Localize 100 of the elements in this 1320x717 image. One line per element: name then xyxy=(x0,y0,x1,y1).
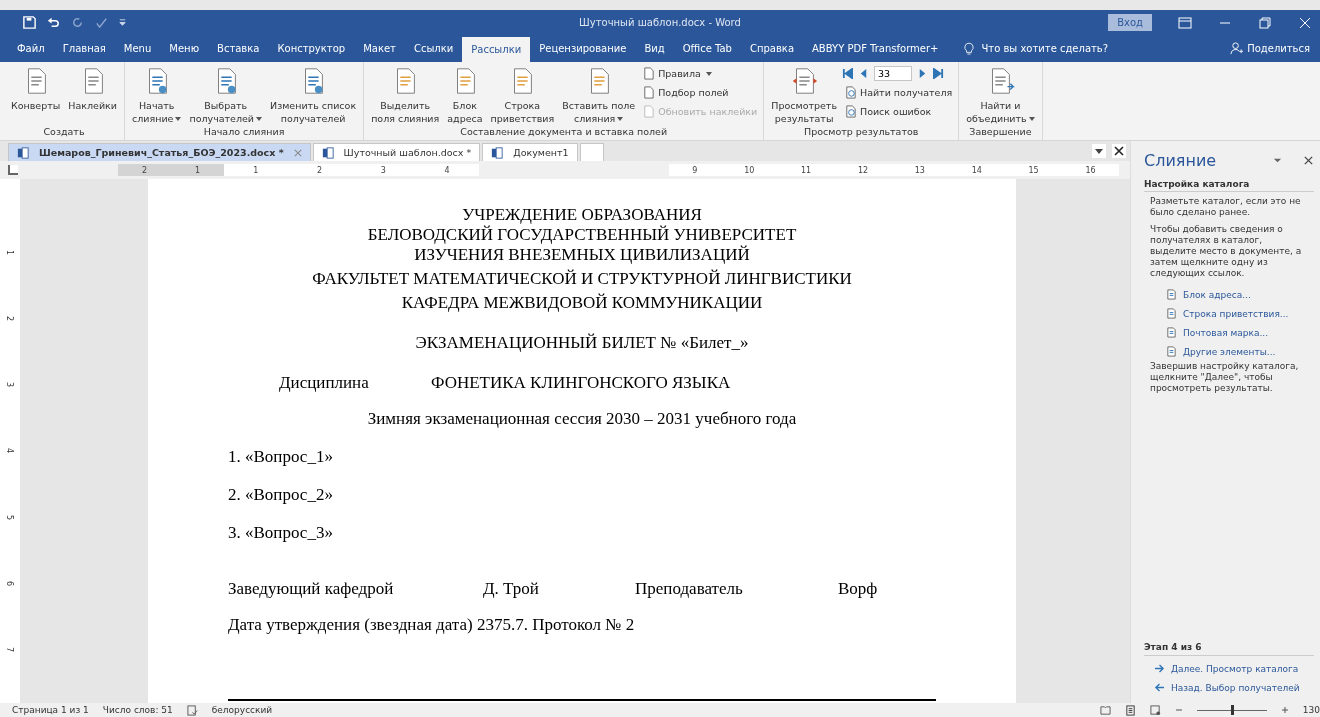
ribbon-tab[interactable]: Файл xyxy=(8,35,54,62)
step-label: Этап 4 из 6 xyxy=(1144,642,1314,656)
lightbulb-icon xyxy=(963,41,974,56)
ribbon-button[interactable]: Конверты xyxy=(8,65,64,112)
header-line: УЧРЕЖДЕНИЕ ОБРАЗОВАНИЯ xyxy=(462,205,702,225)
ribbon-tab[interactable]: Menu xyxy=(114,35,161,62)
next-record-icon[interactable] xyxy=(917,68,928,79)
document-icon xyxy=(642,86,656,99)
ribbon-tab[interactable]: ABBYY PDF Transformer+ xyxy=(803,35,948,62)
signature-text: Д. Трой xyxy=(483,579,540,599)
ribbon-button[interactable]: Поиск ошибок xyxy=(842,103,955,120)
discipline-name: ФОНЕТИКА КЛИНГОНСКОГО ЯЗЫКА xyxy=(431,373,731,393)
ribbon-button[interactable]: Блок адреса xyxy=(444,65,486,125)
document-icon xyxy=(1166,289,1177,300)
approval-line: Дата утверждения (звездная дата) 2375.7. Протокол № 2 xyxy=(228,615,636,635)
zoom-level[interactable]: 130 xyxy=(1302,705,1320,715)
signature-text: Ворф xyxy=(838,579,879,599)
ruler-number: 4 xyxy=(444,165,450,175)
ribbon-tab[interactable]: Вставка xyxy=(208,35,269,62)
ribbon-tab[interactable]: Office Tab xyxy=(673,35,741,62)
print-layout-icon[interactable] xyxy=(1124,704,1136,716)
pane-link[interactable]: Другие элементы... xyxy=(1144,342,1314,361)
ribbon-tab[interactable]: Рассылки xyxy=(462,37,531,62)
pane-paragraph: Завершив настройку каталога, щелкните "Далее", чтобы просмотреть результаты. xyxy=(1149,361,1300,394)
ribbon-tab[interactable]: Рецензирование xyxy=(530,35,636,62)
document-tab[interactable]: Шемаров_Гриневич_Статья_БОЭ_2023.docx * xyxy=(8,143,311,161)
language-indicator[interactable]: белорусский xyxy=(211,705,273,715)
ribbon-button[interactable]: Найти получателя xyxy=(842,84,955,101)
close-icon[interactable] xyxy=(1303,154,1314,166)
record-field[interactable]: 33 xyxy=(874,66,912,81)
pane-paragraph: Чтобы добавить сведения о получателях в каталог, выделите место в документе, а затем щелкните одну из следующих ссылок. xyxy=(1149,224,1303,279)
ruler-number: 16 xyxy=(1085,165,1096,175)
save-icon[interactable] xyxy=(22,15,37,30)
ribbon-tab[interactable]: Вид xyxy=(635,35,674,62)
ribbon-button[interactable]: Правила xyxy=(640,65,760,82)
ribbon-button[interactable]: Строка приветствия xyxy=(487,65,558,125)
share-button[interactable]: Поделиться xyxy=(1220,35,1320,62)
pane-link[interactable]: Блок адреса... xyxy=(1144,285,1314,304)
document-tab[interactable]: Шуточный шаблон.docx * xyxy=(312,143,481,161)
ruler-number: 4 xyxy=(5,448,15,454)
ribbon-button[interactable]: Найти и объединить xyxy=(963,65,1038,125)
ribbon-button[interactable]: Вставить поле слияния xyxy=(559,65,639,125)
dropdown-icon[interactable] xyxy=(1092,144,1106,158)
undo-icon[interactable] xyxy=(46,15,61,30)
header-line: КАФЕДРА МЕЖВИДОВОЙ КОММУНИКАЦИИ xyxy=(401,293,763,313)
ribbon-button[interactable]: Начать слияние xyxy=(129,65,185,125)
signature-text: Преподаватель xyxy=(635,579,744,599)
customize-icon[interactable] xyxy=(118,18,127,27)
pane-link[interactable]: Почтовая марка... xyxy=(1144,323,1314,342)
ticket-title: ЭКЗАМЕНАЦИОННЫЙ БИЛЕТ № «Билет_» xyxy=(414,333,750,353)
ribbon-tab[interactable]: Меню xyxy=(160,35,209,62)
tab-selector[interactable] xyxy=(8,165,18,175)
restore-icon[interactable] xyxy=(1258,16,1272,29)
ribbon-button[interactable]: Выбрать получателей xyxy=(186,65,266,125)
ruler-number: 2 xyxy=(317,165,323,175)
ruler-number: 2 xyxy=(141,165,148,175)
ribbon-tab[interactable]: Конструктор xyxy=(268,35,355,62)
ribbon-button[interactable]: Подбор полей xyxy=(640,84,760,101)
web-layout-icon[interactable] xyxy=(1149,704,1161,716)
page-count[interactable]: Страница 1 из 1 xyxy=(12,705,89,715)
document-icon xyxy=(642,67,656,80)
redo-icon[interactable] xyxy=(70,15,85,30)
pane-link[interactable]: Строка приветствия... xyxy=(1144,304,1314,323)
ribbon-button[interactable]: Просмотреть результаты xyxy=(768,65,840,125)
ruler-number: 2 xyxy=(5,315,15,321)
step-link[interactable]: Назад. Выбор получателей xyxy=(1144,678,1314,697)
signature-text: Заведующий кафедрой xyxy=(228,579,395,599)
close-icon[interactable] xyxy=(1112,144,1126,158)
ribbon-tab[interactable]: Ссылки xyxy=(404,35,463,62)
header-line: ФАКУЛЬТЕТ МАТЕМАТИЧЕСКОЙ И СТРУКТУРНОЙ ЛИНГВИСТИКИ xyxy=(312,269,852,289)
ribbon-tab[interactable]: Главная xyxy=(53,35,115,62)
caret-icon xyxy=(256,116,263,121)
word-count[interactable]: Число слов: 51 xyxy=(102,705,173,715)
question-line: 2. «Вопрос_2» xyxy=(228,485,334,505)
group-label: Создать xyxy=(42,126,86,139)
first-record-icon[interactable] xyxy=(842,68,853,79)
previous-record-icon[interactable] xyxy=(858,68,869,79)
last-record-icon[interactable] xyxy=(933,68,944,79)
tell-me-field[interactable]: Что вы хотите сделать? xyxy=(981,43,1109,54)
ruler-number: 11 xyxy=(801,165,812,175)
proofing-icon[interactable] xyxy=(186,704,198,716)
ribbon-tab[interactable]: Макет xyxy=(354,35,405,62)
document-tab[interactable]: Документ1 xyxy=(482,143,578,161)
arrow-icon xyxy=(1154,664,1165,673)
ribbon-tab[interactable]: Справка xyxy=(740,35,804,62)
zoom-in-icon[interactable] xyxy=(1280,706,1289,714)
signin-button[interactable]: Вход xyxy=(1108,14,1152,31)
ruler-number: 1 xyxy=(194,165,201,175)
word-document-icon xyxy=(321,146,334,159)
step-link[interactable]: Далее. Просмотр каталога xyxy=(1144,659,1314,678)
person-icon xyxy=(1230,42,1244,55)
ribbon-button[interactable]: Выделить поля слияния xyxy=(368,65,443,125)
ribbon-button[interactable]: Наклейки xyxy=(65,65,120,112)
ribbon-button[interactable]: Изменить список получателей xyxy=(267,65,360,125)
question-line: 1. «Вопрос_1» xyxy=(228,447,334,467)
ruler-number: 1 xyxy=(253,165,259,175)
group-label: Начало слияния xyxy=(202,126,286,139)
document-icon xyxy=(1166,346,1177,357)
ribbon-display-icon[interactable] xyxy=(1178,16,1192,29)
ruler-number: 7 xyxy=(5,647,15,653)
